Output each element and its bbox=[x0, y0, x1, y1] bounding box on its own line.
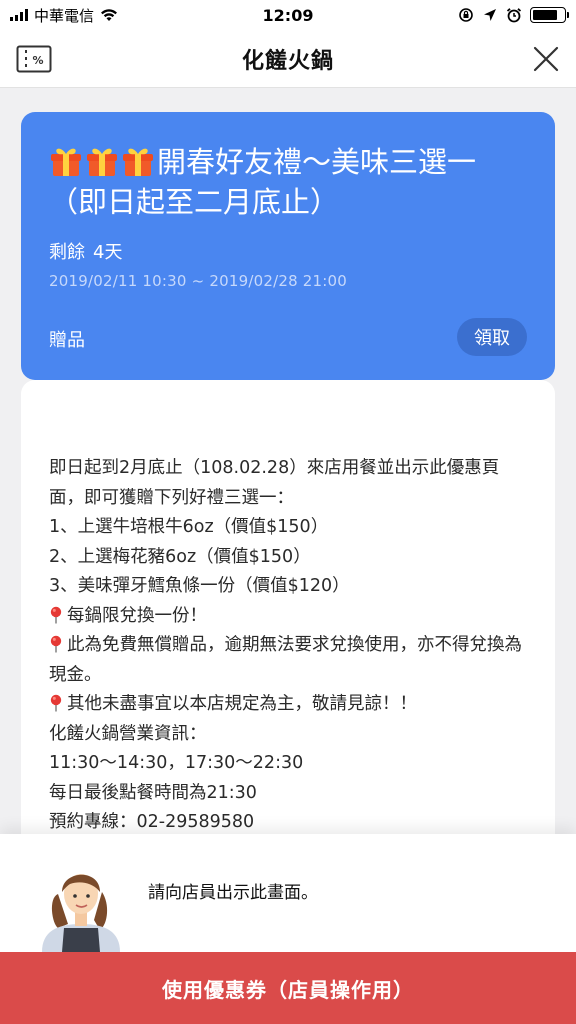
description-line: 即日起到2月底止（108.02.28）來店用餐並出示此優惠頁面，即可獲贈下列好禮… bbox=[49, 458, 500, 508]
description-line: 化饈火鍋營業資訊： bbox=[49, 723, 207, 744]
signal-icon bbox=[10, 9, 28, 21]
description-line: 1、上選牛培根牛6oz（價值$150） bbox=[49, 517, 329, 537]
description-line: 11:30～14:30，17:30～22:30 bbox=[49, 753, 304, 773]
description-line: 每鍋限兌換一份！ bbox=[49, 602, 527, 632]
staff-illustration-icon bbox=[42, 874, 120, 952]
validity-period: 2019/02/11 10:30 ~ 2019/02/28 21:00 bbox=[49, 272, 348, 290]
location-icon bbox=[484, 9, 496, 21]
description-line: 其他未盡事宜以本店規定為主，敬請見諒！！ bbox=[49, 690, 527, 720]
svg-text:%: % bbox=[32, 54, 43, 67]
orientation-lock-icon bbox=[459, 8, 473, 22]
staff-prompt-message: 請向店員出示此畫面。 bbox=[148, 883, 318, 903]
wifi-icon bbox=[101, 9, 118, 21]
coupon-icon[interactable]: % bbox=[16, 45, 52, 73]
carrier-name: 中華電信 bbox=[34, 6, 95, 25]
status-bar: 中華電信 12:09 bbox=[0, 0, 576, 30]
claim-button[interactable]: 領取 bbox=[457, 318, 527, 356]
staff-prompt-sheet: 請向店員出示此畫面。 bbox=[0, 834, 576, 952]
battery-icon bbox=[530, 7, 569, 23]
remaining-label: 剩餘 bbox=[49, 242, 85, 263]
nav-bar: % 化饈火鍋 bbox=[0, 30, 576, 88]
gift-icon bbox=[51, 148, 81, 176]
pin-icon bbox=[50, 606, 62, 623]
description-line: 每日最後點餐時間為21:30 bbox=[49, 782, 257, 803]
remaining-time: 剩餘 4天 bbox=[49, 238, 527, 264]
coupon-title-row: 開春好友禮～美味三選一（即日起至二月底止） bbox=[49, 142, 529, 222]
use-coupon-button[interactable]: 使用優惠券（店員操作用） bbox=[0, 952, 576, 1024]
alarm-icon bbox=[506, 8, 522, 23]
pin-icon bbox=[50, 694, 62, 712]
remaining-value: 4天 bbox=[93, 242, 123, 263]
coupon-type-label: 贈品 bbox=[49, 330, 85, 351]
close-icon[interactable] bbox=[530, 43, 562, 75]
description-line: 2、上選梅花豬6oz（價值$150） bbox=[49, 546, 311, 567]
description-line: 此為免費無償贈品，逾期無法要求兌換使用，亦不得兌換為現金。 bbox=[49, 635, 522, 685]
coupon-card: 開春好友禮～美味三選一（即日起至二月底止） 剩餘 4天 2019/02/11 10… bbox=[21, 112, 555, 380]
gift-icons bbox=[49, 144, 155, 178]
gift-icon bbox=[123, 148, 153, 176]
coupon-description: 即日起到2月底止（108.02.28）來店用餐並出示此優惠頁面，即可獲贈下列好禮… bbox=[21, 380, 555, 840]
gift-icon bbox=[87, 148, 117, 176]
description-line: 3、美味彈牙鱈魚條一份（價值$120） bbox=[49, 576, 350, 596]
clock: 12:09 bbox=[262, 5, 314, 25]
pin-icon bbox=[50, 635, 62, 653]
page-title: 化饈火鍋 bbox=[241, 48, 334, 74]
